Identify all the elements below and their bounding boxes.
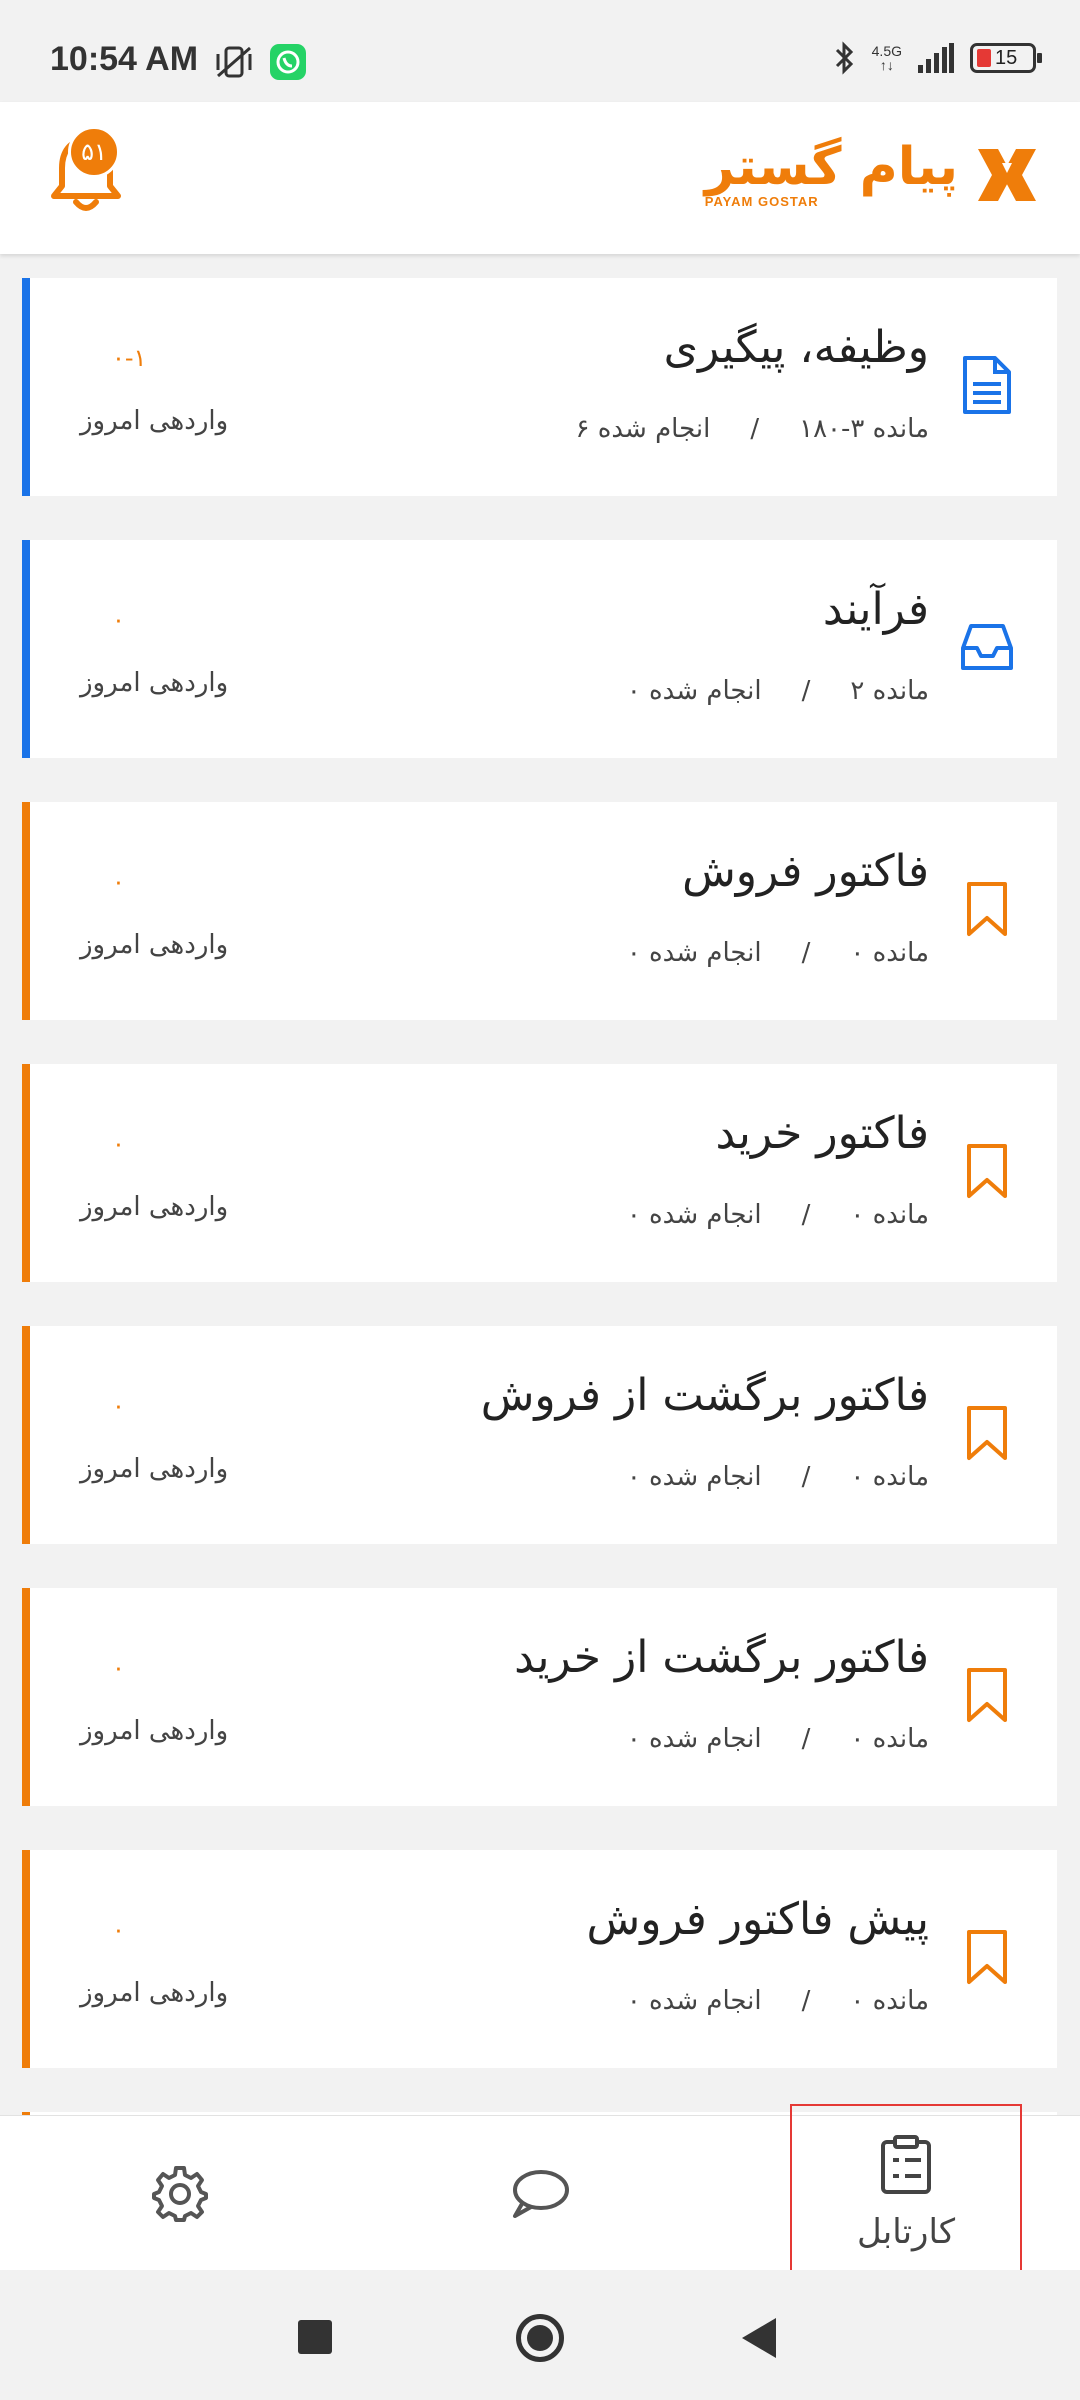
bookmark-icon	[967, 1406, 1007, 1460]
today-label: واردهی امروز	[80, 1192, 229, 1222]
today-label: واردهی امروز	[80, 668, 229, 698]
card-title: وظیفه، پیگیری	[663, 322, 929, 373]
card-title: پیش فاکتور فروش	[586, 1894, 929, 1945]
done-count: انجام شده ۰	[626, 676, 762, 706]
remaining-count: مانده ۰	[850, 1200, 929, 1230]
meta-separator: /	[801, 1200, 811, 1230]
card-meta: مانده ۳-۱۸۰ / انجام شده ۶	[576, 414, 929, 444]
meta-separator: /	[801, 1724, 811, 1754]
card-sales-return-invoice[interactable]: فاکتور برگشت از فروش مانده ۰ / انجام شده…	[22, 1326, 1057, 1544]
card-purchase-return-invoice[interactable]: فاکتور برگشت از خرید مانده ۰ / انجام شده…	[22, 1588, 1057, 1806]
bottom-navigation: کارتابل	[0, 2104, 1080, 2282]
bookmark-icon	[967, 882, 1007, 936]
today-count: ۰	[112, 606, 125, 634]
today-count: ۰	[112, 1916, 125, 1944]
today-label: واردهی امروز	[80, 1978, 229, 2008]
remaining-count: مانده ۲	[850, 676, 929, 706]
card-process[interactable]: فرآیند مانده ۲ / انجام شده ۰ ۰ واردهی ام…	[22, 540, 1057, 758]
document-icon	[963, 356, 1011, 414]
today-label: واردهی امروز	[80, 1454, 229, 1484]
remaining-count: مانده ۳-۱۸۰	[799, 414, 929, 444]
nav-cartable[interactable]: کارتابل	[790, 2104, 1022, 2282]
whatsapp-icon	[270, 44, 306, 80]
status-bar: 10:54 AM 4.5G ↑↓ 15	[0, 0, 1080, 102]
done-count: انجام شده ۰	[626, 1724, 762, 1754]
clipboard-icon[interactable]	[879, 2134, 933, 2194]
meta-separator: /	[801, 938, 811, 968]
chat-bubble-icon[interactable]	[509, 2166, 571, 2222]
status-time: 10:54 AM	[50, 40, 199, 78]
notification-badge: ۵۱	[68, 126, 120, 178]
battery-icon: 15	[970, 43, 1042, 73]
today-label: واردهی امروز	[80, 930, 229, 960]
home-button[interactable]	[516, 2314, 564, 2362]
done-count: انجام شده ۰	[626, 1462, 762, 1492]
done-count: انجام شده ۰	[626, 938, 762, 968]
logo-text: پیام گستر	[704, 137, 958, 197]
meta-separator: /	[801, 676, 811, 706]
back-button[interactable]	[742, 2318, 776, 2358]
app-logo: پیام گستر PAYAM GOSTAR	[705, 140, 1042, 209]
app-header: ۵۱ پیام گستر PAYAM GOSTAR	[0, 102, 1080, 254]
card-meta: مانده ۲ / انجام شده ۰	[627, 676, 929, 706]
card-title: فاکتور خرید	[715, 1108, 929, 1159]
system-navigation-bar	[0, 2270, 1080, 2400]
card-meta: مانده ۰ / انجام شده ۰	[627, 1200, 929, 1230]
card-accent-strip	[22, 1326, 30, 1544]
recents-button[interactable]	[298, 2320, 332, 2354]
remaining-count: مانده ۰	[850, 1986, 929, 2016]
network-type: 4.5G ↑↓	[871, 43, 902, 73]
today-label: واردهی امروز	[80, 406, 229, 436]
card-meta: مانده ۰ / انجام شده ۰	[627, 938, 929, 968]
today-count: ۰	[112, 1654, 125, 1682]
nav-cartable-label: کارتابل	[857, 2212, 955, 2252]
today-label: واردهی امروز	[80, 1716, 229, 1746]
nav-chat[interactable]	[480, 2116, 600, 2271]
card-sales-proforma[interactable]: پیش فاکتور فروش مانده ۰ / انجام شده ۰ ۰ …	[22, 1850, 1057, 2068]
card-title: فاکتور برگشت از فروش	[480, 1370, 929, 1421]
bookmark-icon	[967, 1668, 1007, 1722]
today-count: ۰-۱	[112, 344, 147, 372]
inbox-icon	[961, 624, 1013, 670]
card-title: فاکتور فروش	[682, 846, 929, 897]
done-count: انجام شده ۰	[626, 1986, 762, 2016]
card-title: فرآیند	[822, 584, 929, 635]
card-accent-strip	[22, 1850, 30, 2068]
card-meta: مانده ۰ / انجام شده ۰	[627, 1986, 929, 2016]
done-count: انجام شده ۰	[626, 1200, 762, 1230]
meta-separator: /	[750, 414, 760, 444]
card-accent-strip	[22, 540, 30, 758]
vibrate-off-icon	[216, 46, 252, 78]
today-count: ۰	[112, 1392, 125, 1420]
card-task-followup[interactable]: وظیفه، پیگیری مانده ۳-۱۸۰ / انجام شده ۶ …	[22, 278, 1057, 496]
logo-subtext: PAYAM GOSTAR	[704, 194, 819, 209]
card-accent-strip	[22, 1588, 30, 1806]
bluetooth-icon	[835, 41, 853, 75]
card-meta: مانده ۰ / انجام شده ۰	[627, 1724, 929, 1754]
meta-separator: /	[801, 1986, 811, 2016]
remaining-count: مانده ۰	[850, 938, 929, 968]
today-count: ۰	[112, 1130, 125, 1158]
meta-separator: /	[801, 1462, 811, 1492]
card-accent-strip	[22, 802, 30, 1020]
card-purchase-invoice[interactable]: فاکتور خرید مانده ۰ / انجام شده ۰ ۰ وارد…	[22, 1064, 1057, 1282]
gear-icon[interactable]	[150, 2164, 210, 2224]
remaining-count: مانده ۰	[850, 1724, 929, 1754]
remaining-count: مانده ۰	[850, 1462, 929, 1492]
logo-mark-icon	[978, 148, 1036, 201]
done-count: انجام شده ۶	[575, 414, 711, 444]
card-sales-invoice[interactable]: فاکتور فروش مانده ۰ / انجام شده ۰ ۰ وارد…	[22, 802, 1057, 1020]
today-count: ۰	[112, 868, 125, 896]
card-meta: مانده ۰ / انجام شده ۰	[627, 1462, 929, 1492]
nav-settings[interactable]	[120, 2116, 240, 2271]
signal-icon	[918, 43, 954, 73]
bookmark-icon	[967, 1144, 1007, 1198]
bookmark-icon	[967, 1930, 1007, 1984]
card-accent-strip	[22, 1064, 30, 1282]
card-title: فاکتور برگشت از خرید	[514, 1632, 929, 1683]
card-accent-strip	[22, 278, 30, 496]
